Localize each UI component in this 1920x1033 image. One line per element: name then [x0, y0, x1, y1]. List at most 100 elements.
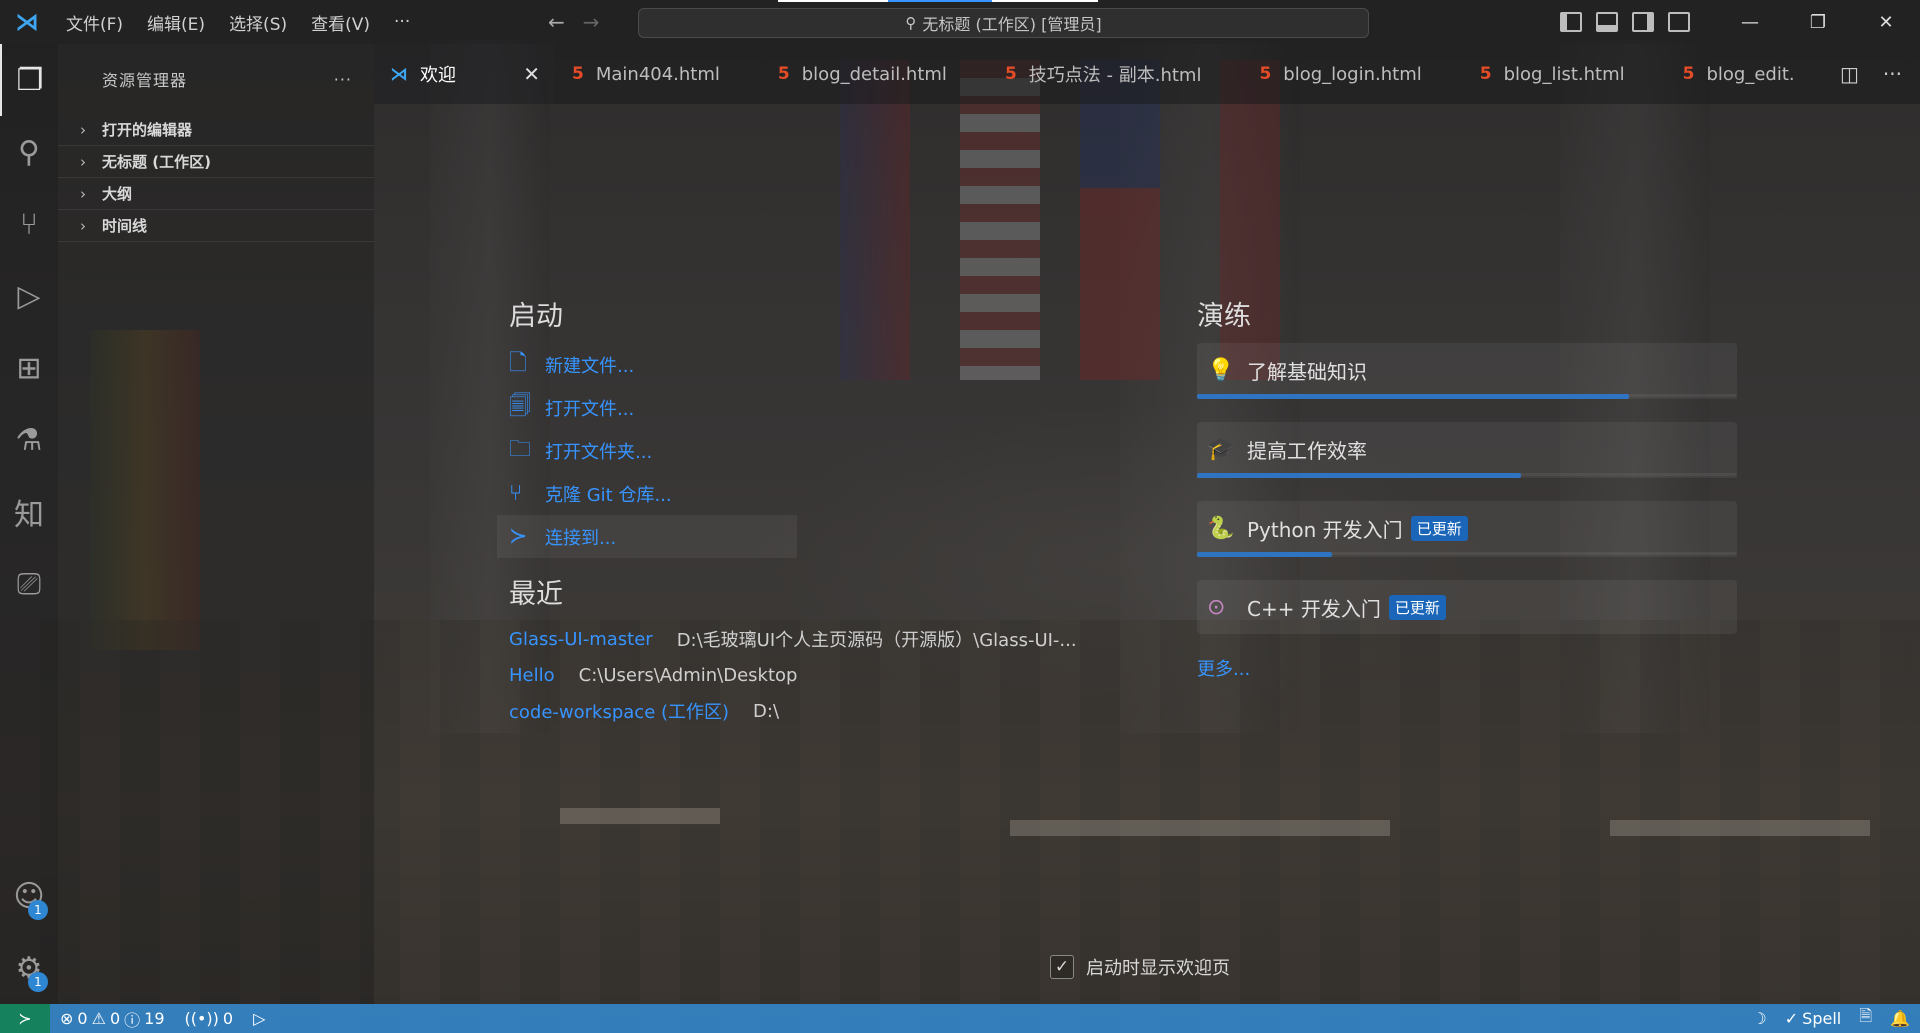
vscode-logo-icon: ⋊ — [15, 8, 39, 36]
recent-link[interactable]: Glass-UI-master — [509, 629, 653, 650]
html5-icon: 5 — [777, 64, 790, 84]
problems-indicator[interactable]: ⊗ 0 ⚠ 0 ⓘ 19 — [50, 1007, 175, 1031]
tab-label: blog_list.html — [1503, 63, 1625, 85]
walkthrough-label: Python 开发入门 — [1247, 517, 1403, 542]
walkthrough-basics[interactable]: 💡 了解基础知识 — [1197, 343, 1737, 399]
open-file-icon: 🗐 — [509, 393, 531, 419]
moon-icon[interactable]: ☽ — [1752, 1009, 1766, 1028]
recent-path: D:\毛玻璃UI个人主页源码（开源版）\Glass-UI-... — [676, 630, 1077, 651]
restore-button[interactable]: ❐ — [1784, 0, 1852, 44]
checkbox[interactable]: ✓ — [1050, 955, 1074, 979]
tab-label: blog_detail.html — [801, 63, 947, 85]
tab-tips-copy[interactable]: 5 技巧点法 - 副本.html — [965, 44, 1220, 104]
git-branch-icon[interactable]: ⑂ — [0, 188, 58, 260]
clone-git-link[interactable]: ⑂ 克隆 Git 仓库... — [509, 472, 1109, 515]
sidebar-more-button[interactable]: ··· — [334, 70, 352, 89]
updated-badge: 已更新 — [1410, 515, 1468, 541]
close-window-button[interactable]: ✕ — [1852, 0, 1920, 44]
split-editor-icon[interactable]: ◫ — [1840, 62, 1859, 86]
recent-section: 最近 Glass-UI-master D:\毛玻璃UI个人主页源码（开源版）\G… — [509, 572, 1109, 729]
tab-blog-list[interactable]: 5 blog_list.html — [1440, 44, 1643, 104]
tab-label: blog_edit. — [1706, 63, 1795, 85]
explorer-sidebar: 资源管理器 ··· › 打开的编辑器 › 无标题 (工作区) › 大纲 › 时间… — [58, 44, 374, 1004]
tab-blog-login[interactable]: 5 blog_login.html — [1219, 44, 1439, 104]
more-walkthroughs-link[interactable]: 更多... — [1197, 655, 1737, 681]
tab-label: blog_login.html — [1283, 63, 1422, 85]
zhihu-button[interactable]: 知 — [0, 476, 58, 548]
feedback-icon[interactable]: 🗎 — [1859, 1005, 1872, 1032]
walkthrough-progress — [1197, 394, 1629, 399]
gear-icon[interactable]: ⚙ 1 — [0, 932, 58, 1004]
open-folder-link[interactable]: 🗀 打开文件夹... — [509, 429, 1109, 472]
ports-indicator[interactable]: ((•)) 0 — [175, 1009, 244, 1028]
html5-icon: 5 — [1479, 64, 1492, 84]
vscode-icon: ⋊ — [390, 63, 408, 85]
toggle-secondary-sidebar-icon[interactable] — [1632, 12, 1654, 32]
activity-bar: ❐ ⚲ ⑂ ▷ ⊞ ⚗ 知 ⎚ ☺ 1 ⚙ 1 — [0, 44, 58, 1004]
menu-view[interactable]: 查看(V) — [299, 10, 382, 35]
new-file-icon: 🗋 — [509, 350, 527, 376]
menu-more-button[interactable]: ··· — [382, 12, 422, 32]
folder-icon: 🗀 — [509, 436, 532, 462]
menu-file[interactable]: 文件(F) — [54, 10, 135, 35]
section-label: 打开的编辑器 — [102, 121, 193, 139]
info-icon: ⓘ — [124, 1010, 141, 1030]
section-label: 大纲 — [102, 185, 133, 203]
remote-icon: ≻ — [509, 524, 528, 549]
bell-icon[interactable]: 🔔 — [1890, 1009, 1910, 1028]
tabs-more-button[interactable]: ··· — [1883, 62, 1902, 86]
status-bar: ≻ ⊗ 0 ⚠ 0 ⓘ 19 ((•)) 0 ▷ ☽ ✓ Spell 🗎 🔔 — [0, 1004, 1920, 1033]
ports-count: 0 — [222, 1009, 234, 1028]
walkthrough-productivity[interactable]: 🎓 提高工作效率 — [1197, 422, 1737, 478]
spell-label: Spell — [1802, 1009, 1842, 1028]
walkthrough-python[interactable]: 🐍 Python 开发入门 已更新 — [1197, 501, 1737, 557]
accounts-icon[interactable]: ☺ 1 — [0, 860, 58, 932]
remote-icon[interactable]: ⎚ — [0, 548, 58, 620]
show-on-startup[interactable]: ✓ 启动时显示欢迎页 — [1050, 954, 1230, 980]
close-icon[interactable]: ✕ — [523, 62, 540, 86]
section-label: 无标题 (工作区) — [102, 153, 211, 171]
section-workspace[interactable]: › 无标题 (工作区) — [58, 146, 374, 178]
recent-link[interactable]: Hello — [509, 665, 555, 686]
arrow-right-icon[interactable]: → — [583, 10, 600, 34]
arrow-left-icon[interactable]: ← — [548, 10, 565, 34]
toggle-primary-sidebar-icon[interactable] — [1560, 12, 1582, 32]
toggle-panel-icon[interactable] — [1596, 12, 1618, 32]
tab-welcome[interactable]: ⋊ 欢迎 ✕ — [374, 44, 554, 104]
run-icon[interactable]: ▷ — [243, 1009, 275, 1028]
check-icon: ✓ — [1784, 1009, 1799, 1028]
open-file-link[interactable]: 🗐 打开文件... — [509, 386, 1109, 429]
html5-icon: 5 — [572, 64, 584, 84]
chevron-right-icon: › — [80, 152, 86, 171]
action-label: 新建文件... — [545, 355, 635, 377]
list-item: Hello C:\Users\Admin\Desktop — [509, 657, 1109, 693]
command-center[interactable]: ⚲ 无标题 (工作区) [管理员] — [638, 8, 1369, 38]
minimize-button[interactable]: — — [1716, 0, 1784, 44]
remote-indicator-icon[interactable]: ≻ — [0, 1004, 50, 1033]
debug-icon[interactable]: ▷ — [0, 260, 58, 332]
spell-check-button[interactable]: ✓ Spell — [1785, 1009, 1841, 1028]
chevron-right-icon: › — [80, 184, 86, 203]
walkthrough-cpp[interactable]: ⊙ C++ 开发入门 已更新 — [1197, 580, 1737, 634]
section-timeline[interactable]: › 时间线 — [58, 210, 374, 242]
title-bar: ⋊ 文件(F) 编辑(E) 选择(S) 查看(V) ··· ← → ⚲ 无标题 … — [0, 0, 1920, 44]
search-icon[interactable]: ⚲ — [0, 116, 58, 188]
tab-main404[interactable]: 5 Main404.html — [554, 44, 738, 104]
customize-layout-icon[interactable] — [1668, 12, 1690, 32]
section-outline[interactable]: › 大纲 — [58, 178, 374, 210]
flask-icon[interactable]: ⚗ — [0, 404, 58, 476]
extensions-icon[interactable]: ⊞ — [0, 332, 58, 404]
recent-link[interactable]: code-workspace (工作区) — [509, 698, 729, 724]
new-file-link[interactable]: 🗋 新建文件... — [509, 343, 1109, 386]
action-label: 克隆 Git 仓库... — [545, 484, 672, 506]
error-icon: ⊗ — [60, 1009, 74, 1028]
menu-edit[interactable]: 编辑(E) — [135, 10, 217, 35]
tab-blog-detail[interactable]: 5 blog_detail.html — [738, 44, 965, 104]
connect-to-link[interactable]: ≻ 连接到... — [497, 515, 797, 558]
section-open-editors[interactable]: › 打开的编辑器 — [58, 114, 374, 146]
tab-blog-edit[interactable]: 5 blog_edit. — [1643, 44, 1813, 104]
menu-selection[interactable]: 选择(S) — [217, 10, 299, 35]
git-branch-icon: ⑂ — [509, 481, 523, 506]
walkthrough-progress — [1197, 473, 1521, 478]
files-icon[interactable]: ❐ — [0, 44, 58, 116]
